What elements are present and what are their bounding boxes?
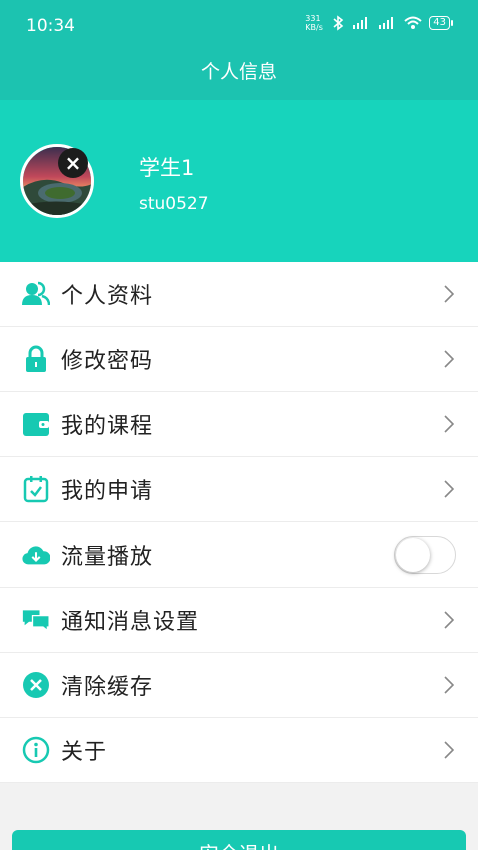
menu-item-about[interactable]: 关于 bbox=[0, 718, 478, 783]
user-name: 学生1 bbox=[139, 156, 195, 180]
status-time: 10:34 bbox=[26, 16, 75, 36]
chevron-right-icon bbox=[444, 480, 454, 498]
menu-item-notification-settings[interactable]: 通知消息设置 bbox=[0, 588, 478, 653]
menu-item-my-applications[interactable]: 我的申请 bbox=[0, 457, 478, 522]
chevron-right-icon bbox=[444, 676, 454, 694]
bluetooth-icon bbox=[333, 15, 344, 31]
menu-item-label: 流量播放 bbox=[61, 544, 154, 570]
battery-indicator: 43 bbox=[429, 16, 453, 30]
menu-item-my-courses[interactable]: 我的课程 bbox=[0, 392, 478, 457]
wifi-icon bbox=[404, 16, 422, 29]
page-title: 个人信息 bbox=[0, 52, 478, 100]
remove-avatar-button[interactable]: × bbox=[58, 148, 88, 178]
chat-bubbles-icon bbox=[22, 606, 50, 634]
clear-circle-icon bbox=[22, 671, 50, 699]
chevron-right-icon bbox=[444, 285, 454, 303]
data-playback-toggle[interactable] bbox=[394, 535, 456, 574]
cloud-download-icon bbox=[22, 541, 50, 569]
menu-item-label: 个人资料 bbox=[61, 284, 154, 309]
menu-item-label: 修改密码 bbox=[61, 349, 154, 374]
menu-item-label: 清除缓存 bbox=[61, 675, 154, 700]
menu-item-clear-cache[interactable]: 清除缓存 bbox=[0, 653, 478, 718]
menu-item-label: 通知消息设置 bbox=[61, 610, 200, 635]
chevron-right-icon bbox=[444, 611, 454, 629]
chevron-right-icon bbox=[444, 741, 454, 759]
toggle-knob bbox=[396, 537, 430, 572]
logout-button[interactable]: 安全退出 bbox=[12, 830, 466, 850]
menu-item-data-playback: 流量播放 bbox=[0, 522, 478, 588]
chevron-right-icon bbox=[444, 415, 454, 433]
users-icon bbox=[22, 280, 50, 308]
status-bar: 10:34 331 KB/s 43 bbox=[0, 0, 478, 52]
menu-item-label: 我的申请 bbox=[61, 479, 154, 504]
menu-item-profile[interactable]: 个人资料 bbox=[0, 262, 478, 327]
chevron-right-icon bbox=[444, 350, 454, 368]
profile-header: × 学生1 stu0527 bbox=[0, 100, 478, 262]
status-icons: 331 KB/s 43 bbox=[305, 14, 453, 32]
info-icon bbox=[22, 736, 50, 764]
signal-icon bbox=[353, 17, 368, 29]
signal-icon bbox=[379, 17, 394, 29]
user-id: stu0527 bbox=[139, 194, 209, 214]
menu-item-label: 关于 bbox=[61, 740, 108, 765]
menu-item-label: 我的课程 bbox=[61, 414, 154, 439]
lock-icon bbox=[22, 345, 50, 373]
net-speed: 331 KB/s bbox=[305, 14, 323, 32]
close-icon: × bbox=[64, 151, 82, 175]
wallet-icon bbox=[22, 410, 50, 438]
calendar-check-icon bbox=[22, 475, 50, 503]
settings-menu: 个人资料 修改密码 我的课程 我的申请 流量播放 通知消息设置 清除缓存 关于 bbox=[0, 262, 478, 783]
menu-item-change-password[interactable]: 修改密码 bbox=[0, 327, 478, 392]
